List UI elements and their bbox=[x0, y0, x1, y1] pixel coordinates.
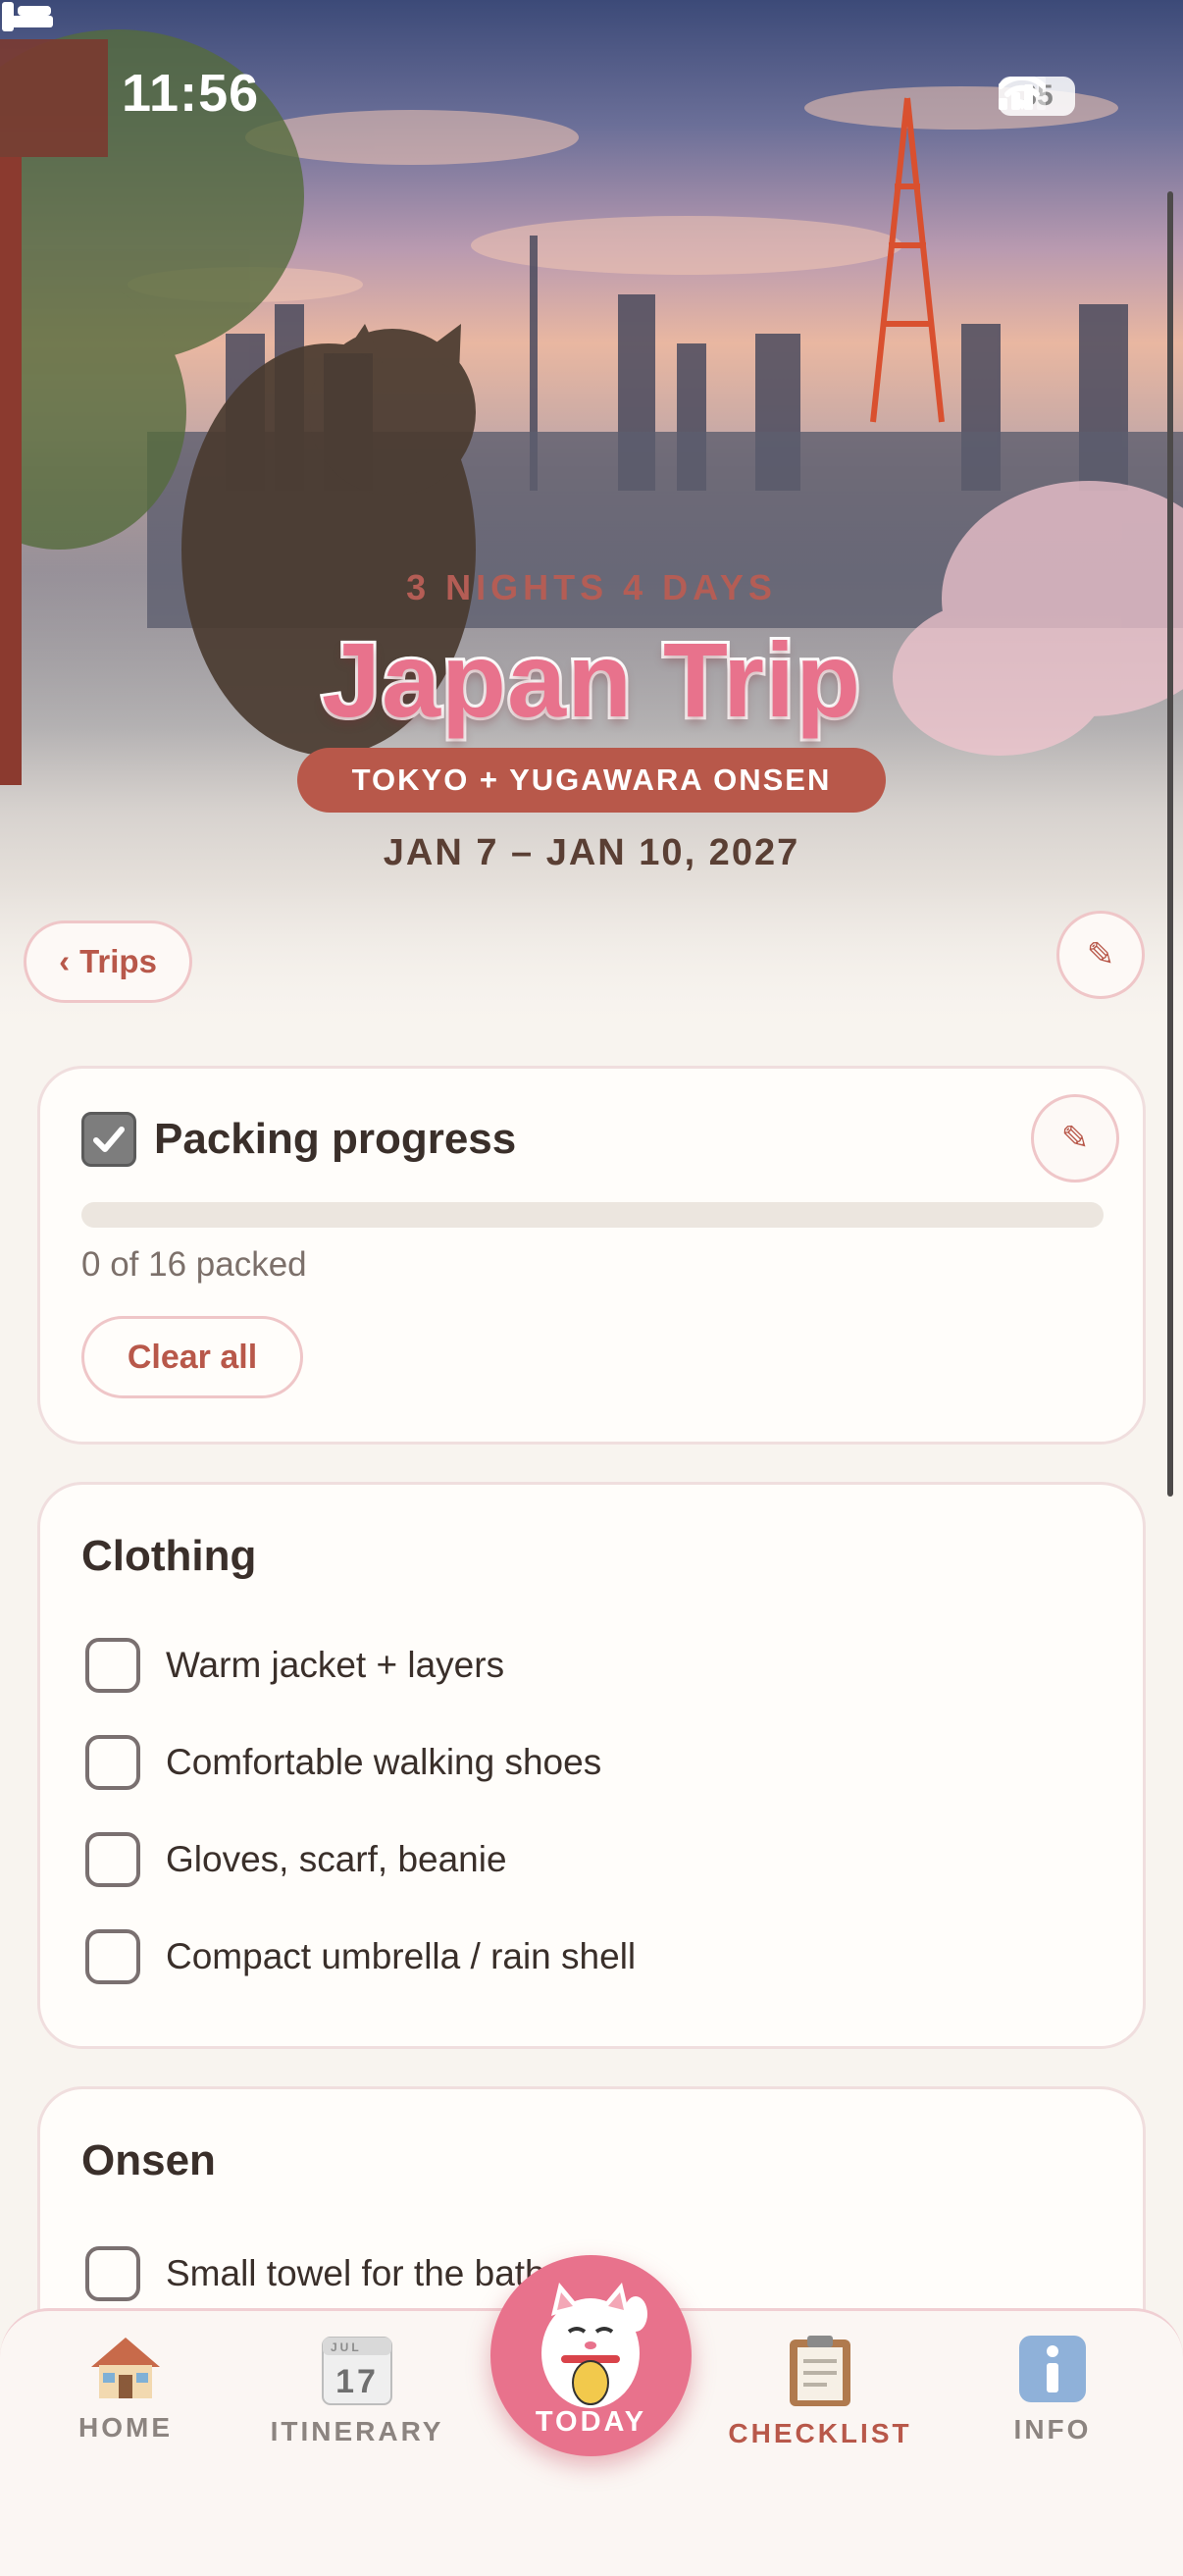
checklist-item[interactable]: Gloves, scarf, beanie bbox=[85, 1832, 507, 1887]
tab-label-today: TODAY bbox=[535, 2406, 647, 2438]
calendar-day: 17 bbox=[335, 2363, 379, 2400]
unchecked-checkbox[interactable] bbox=[85, 2246, 140, 2301]
pencil-icon: ✎ bbox=[1060, 1120, 1090, 1157]
category-title: Clothing bbox=[81, 1532, 257, 1580]
chevron-left-icon: ‹ bbox=[59, 943, 71, 979]
progress-header: Packing progress bbox=[81, 1112, 516, 1167]
status-time: 11:56 bbox=[122, 64, 260, 123]
house-icon bbox=[91, 2338, 160, 2398]
checklist-item[interactable]: Warm jacket + layers bbox=[85, 1638, 504, 1693]
wifi-icon bbox=[999, 77, 1046, 110]
unchecked-checkbox[interactable] bbox=[85, 1735, 140, 1790]
packed-count: 0 of 16 packed bbox=[81, 1245, 307, 1284]
sleep-bed-icon bbox=[2, 2, 53, 31]
packing-progress-card: Packing progress ✎ 0 of 16 packed Clear … bbox=[37, 1066, 1146, 1445]
info-icon bbox=[1019, 2336, 1086, 2402]
item-label: Compact umbrella / rain shell bbox=[166, 1936, 637, 1976]
checklist-item[interactable]: Comfortable walking shoes bbox=[85, 1735, 601, 1790]
clipboard-icon bbox=[790, 2336, 850, 2406]
clear-all-button[interactable]: Clear all bbox=[81, 1316, 303, 1398]
unchecked-checkbox[interactable] bbox=[85, 1929, 140, 1984]
hero-banner: 11:56 35 3 NIGHTS 4 DAYS Japan Trip TOKY… bbox=[0, 0, 1183, 1040]
item-label: Warm jacket + layers bbox=[166, 1645, 505, 1685]
progress-bar bbox=[81, 1202, 1104, 1228]
trip-duration: 3 NIGHTS 4 DAYS bbox=[406, 567, 777, 607]
tab-itinerary[interactable]: JUL 17 ITINERARY bbox=[259, 2334, 455, 2447]
trip-dates: JAN 7 – JAN 10, 2027 bbox=[383, 832, 800, 873]
edit-trip-button[interactable]: ✎ bbox=[1056, 911, 1145, 999]
unchecked-checkbox[interactable] bbox=[85, 1832, 140, 1887]
tab-info[interactable]: INFO bbox=[954, 2334, 1151, 2445]
tab-home[interactable]: HOME bbox=[27, 2334, 224, 2444]
pencil-icon: ✎ bbox=[1086, 936, 1115, 973]
tab-label: CHECKLIST bbox=[728, 2418, 912, 2448]
unchecked-checkbox[interactable] bbox=[85, 1638, 140, 1693]
checklist-item[interactable]: Small towel for the bath bbox=[85, 2246, 545, 2301]
tab-checklist[interactable]: CHECKLIST bbox=[722, 2334, 918, 2449]
item-label: Gloves, scarf, beanie bbox=[166, 1839, 507, 1879]
edit-checklist-button[interactable]: ✎ bbox=[1031, 1094, 1119, 1183]
category-card-clothing: Clothing Warm jacket + layers Comfortabl… bbox=[37, 1482, 1146, 2049]
hero-illustration bbox=[0, 29, 1183, 785]
destinations-pill: TOKYO + YUGAWARA ONSEN bbox=[297, 748, 886, 813]
item-label: Small towel for the bath bbox=[166, 2253, 545, 2293]
status-indicators: 35 bbox=[999, 77, 1075, 116]
tab-label: HOME bbox=[78, 2412, 173, 2443]
scrollbar[interactable] bbox=[1167, 191, 1173, 1497]
back-to-trips-button[interactable]: ‹ Trips bbox=[24, 920, 192, 1003]
tab-label: INFO bbox=[1013, 2414, 1092, 2445]
checkbox-checked-icon bbox=[81, 1112, 136, 1167]
calendar-month: JUL bbox=[331, 2340, 362, 2354]
checklist-item[interactable]: Compact umbrella / rain shell bbox=[85, 1929, 636, 1984]
back-button-label: Trips bbox=[79, 943, 157, 979]
progress-title: Packing progress bbox=[154, 1115, 517, 1163]
category-title: Onsen bbox=[81, 2136, 216, 2184]
trip-title: Japan Trip bbox=[319, 617, 863, 742]
calendar-icon: JUL 17 bbox=[322, 2337, 392, 2405]
tab-label: ITINERARY bbox=[270, 2416, 444, 2446]
item-label: Comfortable walking shoes bbox=[166, 1742, 602, 1782]
